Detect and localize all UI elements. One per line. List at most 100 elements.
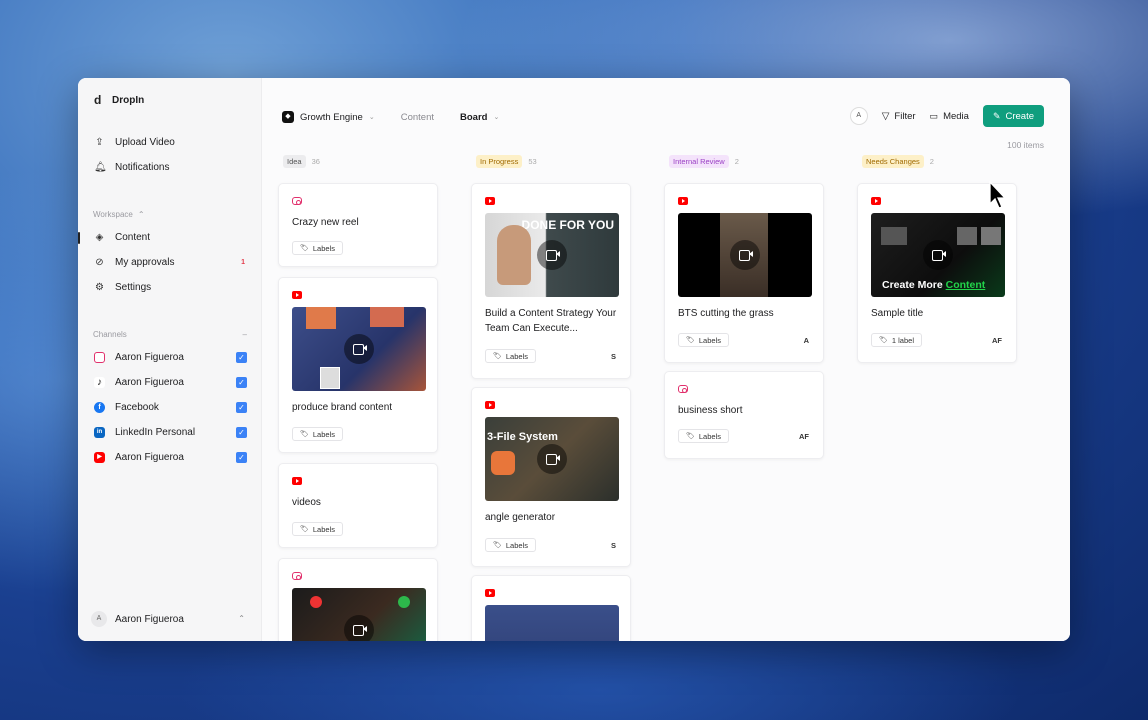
content-card[interactable] — [471, 575, 631, 641]
content-card[interactable]: produce brand content 🏷︎ Labels — [278, 277, 438, 453]
active-indicator — [78, 232, 80, 244]
collapse-icon[interactable]: – — [243, 330, 247, 339]
workspace-switcher[interactable]: Growth Engine — [300, 112, 363, 123]
sidebar-item-settings[interactable]: ⚙ Settings — [94, 282, 151, 293]
content-card[interactable]: DONE FOR YOU Build a Content Strategy Yo… — [471, 183, 631, 379]
tag-icon: 🏷︎ — [300, 526, 309, 533]
youtube-icon — [485, 197, 495, 205]
channel-checkbox[interactable]: ✓ — [236, 452, 247, 463]
video-camera-icon — [537, 444, 567, 474]
thumbnail-decor — [398, 596, 410, 608]
create-label: Create — [1005, 110, 1034, 122]
content-card[interactable]: Crazy new reel 🏷︎ Labels — [278, 183, 438, 267]
labels-button[interactable]: 🏷︎ Labels — [292, 241, 343, 255]
video-thumbnail[interactable]: DONE FOR YOU — [485, 213, 619, 297]
channel-name: LinkedIn Personal — [115, 427, 196, 438]
youtube-icon — [485, 589, 495, 597]
labels-button[interactable]: 🏷︎ 1 label — [871, 333, 922, 347]
youtube-icon — [292, 477, 302, 485]
filter-icon: ▽ — [881, 110, 890, 122]
sidebar-item-settings-label: Settings — [115, 282, 152, 293]
labels-text: Labels — [505, 351, 528, 361]
labels-text: Labels — [698, 431, 721, 441]
video-thumbnail[interactable]: 3-File System — [485, 417, 619, 501]
labels-button[interactable]: 🏷︎ Labels — [678, 429, 729, 443]
labels-button[interactable]: 🏷︎ Labels — [485, 538, 536, 552]
image-icon: ▭ — [929, 110, 939, 121]
linkedin-icon: in — [94, 427, 105, 438]
instagram-icon — [94, 352, 105, 363]
assignee-initials: S — [610, 352, 616, 361]
channel-item-youtube[interactable]: ▶ Aaron Figueroa — [94, 452, 184, 463]
toolbar: A ▽ Filter ▭ Media ✎ Create — [849, 105, 1044, 127]
channel-item-instagram[interactable]: Aaron Figueroa — [94, 352, 184, 363]
sidebar-item-approvals[interactable]: ⊘ My approvals — [94, 257, 174, 268]
channel-checkbox[interactable]: ✓ — [236, 352, 247, 363]
instagram-icon — [678, 385, 688, 393]
youtube-icon: ▶ — [94, 452, 105, 463]
thumbnail-decor — [306, 307, 336, 329]
bell-icon: 🔔︎ — [94, 162, 107, 173]
content-card[interactable]: BTS cutting the grass 🏷︎ Labels A — [664, 183, 824, 363]
chevron-up-icon: ⌃ — [137, 210, 145, 219]
channel-checkbox[interactable]: ✓ — [236, 377, 247, 388]
content-card[interactable]: videos 🏷︎ Labels — [278, 463, 438, 548]
tag-icon: 🏷︎ — [300, 245, 309, 252]
status-tag: In Progress — [476, 154, 523, 168]
filter-label: Filter — [894, 110, 916, 122]
content-card[interactable]: 3-File System angle generator 🏷︎ Labels S — [471, 387, 631, 567]
chevron-up-icon[interactable]: ⌃ — [238, 614, 245, 623]
column-count: 53 — [528, 156, 537, 166]
content-card[interactable]: business short 🏷︎ Labels AF — [664, 371, 824, 459]
sidebar-item-approvals-label: My approvals — [115, 257, 175, 268]
channel-checkbox[interactable]: ✓ — [236, 402, 247, 413]
labels-button[interactable]: 🏷︎ Labels — [485, 349, 536, 363]
labels-button[interactable]: 🏷︎ Labels — [292, 522, 343, 536]
labels-button[interactable]: 🏷︎ Labels — [678, 333, 729, 347]
video-thumbnail[interactable] — [485, 605, 619, 641]
avatar[interactable]: A — [849, 107, 868, 125]
channel-item-tiktok[interactable]: ♪ Aaron Figueroa — [94, 377, 184, 388]
channel-item-facebook[interactable]: f Facebook — [94, 402, 159, 413]
thumbnail-decor — [320, 367, 340, 389]
labels-button[interactable]: 🏷︎ Labels — [292, 427, 343, 441]
chevron-down-icon[interactable]: ⌄ — [369, 113, 375, 121]
video-thumbnail[interactable] — [292, 588, 426, 641]
tag-icon: 🏷︎ — [493, 542, 502, 549]
video-thumbnail[interactable] — [292, 307, 426, 391]
filter-button[interactable]: ▽ Filter — [882, 111, 916, 122]
user-menu[interactable]: A Aaron Figueroa — [91, 611, 184, 627]
create-button[interactable]: ✎ Create — [982, 105, 1044, 127]
notifications-button[interactable]: 🔔︎ Notifications — [94, 162, 169, 173]
youtube-icon — [871, 197, 881, 205]
labels-text: Labels — [312, 524, 335, 534]
status-tag: Needs Changes — [862, 154, 924, 168]
assignee-initials: S — [610, 541, 616, 550]
tag-icon: 🏷︎ — [493, 353, 502, 360]
video-camera-icon — [344, 615, 374, 641]
view-switcher[interactable]: Board — [460, 112, 487, 123]
column-header: Needs Changes 2 — [862, 154, 1022, 168]
gear-icon: ⚙ — [95, 282, 104, 293]
workspace-section-toggle[interactable]: Workspace ⌃ — [93, 210, 145, 219]
channel-checkbox[interactable]: ✓ — [236, 427, 247, 438]
video-thumbnail[interactable]: Create More Content — [871, 213, 1005, 297]
thumbnail-decor — [881, 227, 907, 245]
media-button[interactable]: ▭ Media — [930, 111, 969, 122]
sidebar-item-content[interactable]: ◈ Content — [94, 232, 150, 243]
channel-item-linkedin[interactable]: in LinkedIn Personal — [94, 427, 195, 438]
channel-name: Aaron Figueroa — [115, 452, 184, 463]
video-thumbnail[interactable] — [678, 213, 812, 297]
column-needs-changes: Needs Changes 2 Create More Content Samp… — [857, 154, 1022, 363]
thumbnail-text-part: Create More — [882, 279, 943, 291]
upload-video-label: Upload Video — [115, 137, 175, 148]
user-name: Aaron Figueroa — [115, 613, 184, 625]
brand[interactable]: d DropIn — [94, 94, 144, 106]
channel-name: Aaron Figueroa — [115, 377, 184, 388]
chevron-down-icon[interactable]: ⌄ — [493, 113, 499, 121]
content-card[interactable] — [278, 558, 438, 641]
thumbnail-decor — [981, 227, 1001, 245]
layers-icon: ◈ — [95, 232, 104, 243]
breadcrumb-content[interactable]: Content — [401, 112, 434, 123]
upload-video-button[interactable]: ⇪ Upload Video — [94, 137, 175, 148]
